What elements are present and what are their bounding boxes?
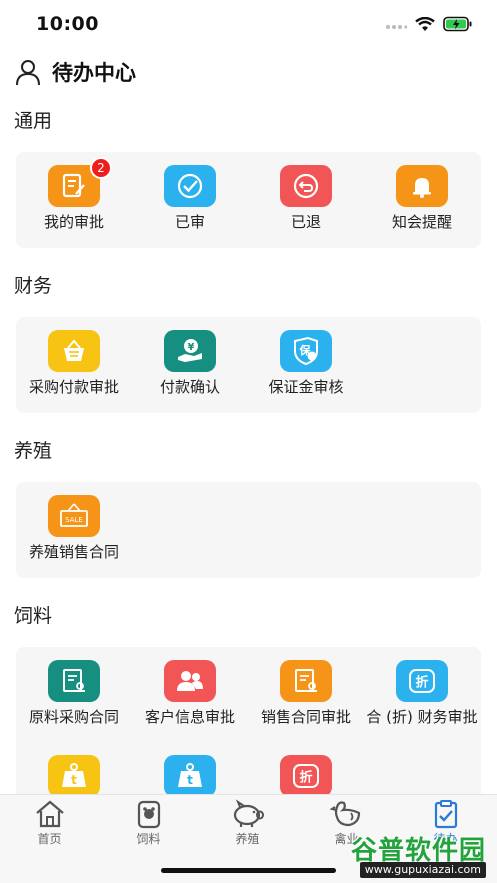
approval-count-badge: 2	[90, 157, 112, 179]
wifi-icon	[415, 16, 435, 31]
hand-money-icon: ¥	[164, 330, 216, 372]
item-label: 已退	[290, 213, 321, 231]
item-approved[interactable]: 已审	[132, 165, 248, 247]
item-label: 客户信息审批	[144, 708, 235, 726]
item-sales-contract-approval[interactable]: 销售合同审批	[248, 660, 364, 755]
section-card-finance: 采购付款审批 ¥ 付款确认 保 保证金审核	[16, 317, 481, 413]
item-discount-finance-approval[interactable]: 折 合 (折) 财务审批	[364, 660, 480, 755]
item-label: 知会提醒	[391, 213, 452, 231]
item-breeding-sales-contract[interactable]: SALE 养殖销售合同	[16, 495, 132, 577]
section-card-feed: 原料采购合同 客户信息审批 销售合同审批 折 合 (折) 财务审批 t t 折	[16, 647, 481, 807]
deposit-shield-icon: 保	[280, 330, 332, 372]
customers-icon	[164, 660, 216, 702]
discount-glyph: 折	[299, 770, 312, 786]
item-raw-material-contract[interactable]: 原料采购合同	[16, 660, 132, 755]
bell-icon	[396, 165, 448, 207]
item-purchase-payment-approval[interactable]: 采购付款审批	[16, 330, 132, 412]
home-indicator	[161, 868, 336, 873]
page-header: 待办中心	[14, 56, 136, 88]
item-deposit-review[interactable]: 保 保证金审核	[248, 330, 364, 412]
weight-icon: t	[48, 755, 100, 797]
contract-icon	[48, 660, 100, 702]
sale-glyph: SALE	[65, 516, 83, 524]
watermark-logo: 谷普软件园 www.gupuxiazai.com	[336, 828, 492, 880]
pig-icon	[233, 799, 264, 827]
item-label: 合 (折) 财务审批	[366, 708, 478, 726]
tab-label: 首页	[37, 832, 62, 846]
item-label: 我的审批	[43, 213, 104, 231]
feed-bag-icon	[137, 800, 160, 829]
sale-tag-icon: SALE	[48, 495, 100, 537]
discount-glyph: 折	[415, 675, 428, 691]
discount-icon: 折	[396, 660, 448, 702]
check-circle-icon	[164, 165, 216, 207]
basket-icon	[48, 330, 100, 372]
tab-label: 养殖	[235, 832, 260, 846]
section-title-finance: 财务	[14, 275, 53, 297]
item-payment-confirm[interactable]: ¥ 付款确认	[132, 330, 248, 412]
contract-icon	[280, 660, 332, 702]
todo-clipboard-icon	[434, 800, 457, 829]
signal-icon	[386, 25, 407, 29]
home-icon	[35, 800, 64, 828]
tab-breeding[interactable]: 养殖	[198, 799, 297, 847]
status-icons	[385, 16, 473, 32]
chicken-icon	[329, 801, 360, 827]
item-label: 养殖销售合同	[28, 543, 119, 561]
tab-feed[interactable]: 饲料	[99, 799, 198, 847]
discount-icon: 折	[280, 755, 332, 797]
section-title-general: 通用	[14, 110, 53, 132]
watermark-url: www.gupuxiazai.com	[359, 862, 486, 878]
section-card-general: 2 我的审批 已审 已退 知会提醒	[16, 152, 481, 248]
svg-text:¥: ¥	[188, 342, 195, 353]
item-my-approval[interactable]: 2 我的审批	[16, 157, 132, 247]
tab-label: 饲料	[136, 832, 161, 846]
weight-icon: t	[164, 755, 216, 797]
status-time: 10:00	[36, 13, 99, 35]
item-label: 已审	[174, 213, 205, 231]
status-bar: 10:00	[0, 0, 497, 50]
return-icon	[280, 165, 332, 207]
weight-glyph: t	[71, 773, 77, 787]
item-label: 原料采购合同	[28, 708, 119, 726]
item-label: 保证金审核	[268, 378, 344, 396]
weight-glyph: t	[187, 773, 193, 787]
section-card-breeding: SALE 养殖销售合同	[16, 482, 481, 578]
item-label: 采购付款审批	[28, 378, 119, 396]
item-notice-reminder[interactable]: 知会提醒	[364, 165, 480, 247]
item-returned[interactable]: 已退	[248, 165, 364, 247]
battery-charging-icon	[443, 16, 472, 32]
item-customer-info-approval[interactable]: 客户信息审批	[132, 660, 248, 755]
section-title-feed: 饲料	[14, 605, 53, 627]
page-title: 待办中心	[52, 61, 136, 85]
user-icon[interactable]	[14, 58, 42, 86]
section-title-breeding: 养殖	[14, 440, 53, 462]
tab-home[interactable]: 首页	[0, 799, 99, 847]
approval-form-icon: 2	[48, 157, 112, 207]
item-label: 付款确认	[159, 378, 220, 396]
item-label: 销售合同审批	[260, 708, 351, 726]
